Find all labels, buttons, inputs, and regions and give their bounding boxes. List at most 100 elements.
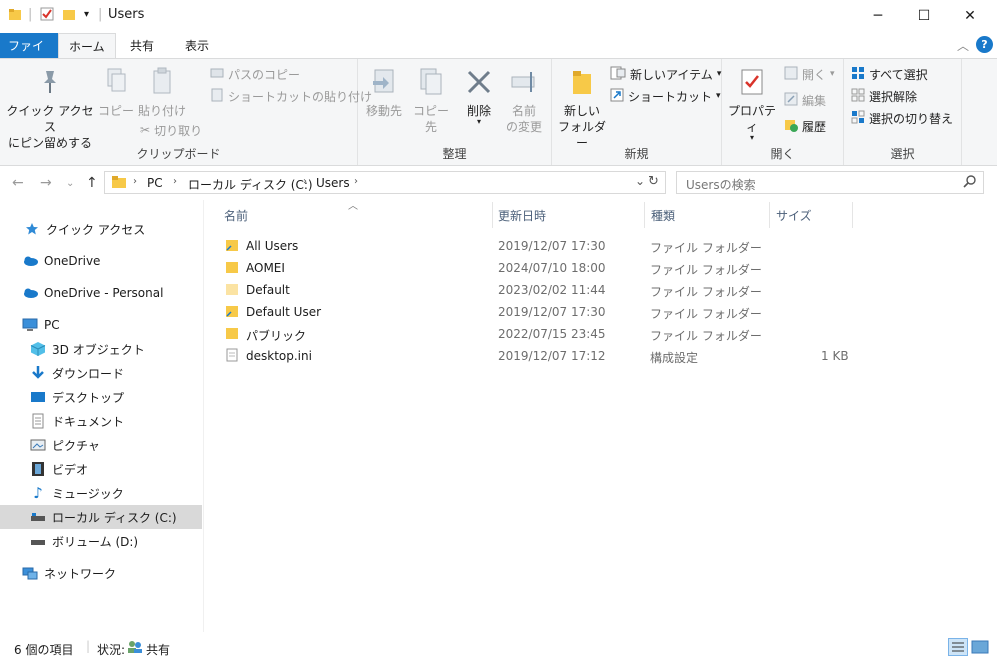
- column-header-type[interactable]: 種類: [651, 207, 675, 224]
- copy-path-button[interactable]: パスのコピー: [210, 64, 300, 84]
- drive-icon: [30, 533, 46, 549]
- copy-to-button[interactable]: コピー先: [408, 67, 454, 135]
- nav-pc[interactable]: PC: [0, 313, 202, 337]
- history-button[interactable]: 履歴: [784, 116, 826, 136]
- cut-button[interactable]: ✂ 切り取り: [140, 120, 202, 140]
- paste-button[interactable]: 貼り付け: [136, 67, 188, 119]
- breadcrumb-local-disk[interactable]: ローカル ディスク (C:): [188, 176, 313, 193]
- file-row[interactable]: Default User 2019/12/07 17:30 ファイル フォルダー: [223, 301, 863, 323]
- nav-pictures[interactable]: ピクチャ: [0, 433, 202, 457]
- nav-label: ネットワーク: [44, 566, 117, 581]
- new-folder-button[interactable]: 新しい フォルダー: [556, 67, 608, 151]
- shortcut-button[interactable]: ショートカット ▾: [610, 86, 721, 106]
- paste-shortcut-button[interactable]: ショートカットの貼り付け: [210, 86, 372, 106]
- column-divider[interactable]: [852, 202, 853, 228]
- details-view-icon[interactable]: [948, 638, 968, 656]
- desktop-icon: [30, 389, 46, 405]
- nav-downloads[interactable]: ダウンロード: [0, 361, 202, 385]
- nav-network[interactable]: ネットワーク: [0, 561, 202, 585]
- new-item-button[interactable]: 新しいアイテム ▾: [610, 64, 721, 84]
- breadcrumb-chevron-icon[interactable]: ›: [173, 176, 177, 187]
- pin-quick-access-button[interactable]: クイック アクセス にピン留めする: [4, 67, 96, 151]
- column-divider[interactable]: [769, 202, 770, 228]
- properties-quick-icon[interactable]: [40, 7, 54, 25]
- folder-icon: [225, 326, 239, 343]
- rename-button[interactable]: 名前 の変更: [502, 67, 546, 135]
- recent-locations-chevron-icon[interactable]: ⌄: [66, 178, 74, 189]
- breadcrumb-users[interactable]: Users: [316, 176, 350, 190]
- paste-label: 貼り付け: [137, 104, 186, 118]
- nav-3d-objects[interactable]: 3D オブジェクト: [0, 337, 202, 361]
- download-arrow-icon: [30, 365, 46, 381]
- up-arrow-icon[interactable]: ↑: [86, 175, 98, 191]
- select-none-icon: [851, 88, 865, 105]
- customize-quick-access-icon[interactable]: ▾: [84, 9, 89, 20]
- clipboard-group: クイック アクセス にピン留めする コピー 貼り付け パスのコピー ショートカッ…: [0, 59, 372, 165]
- properties-button[interactable]: プロパティ ▾: [726, 67, 778, 142]
- tab-view[interactable]: 表示: [175, 33, 219, 58]
- nav-music[interactable]: ♪ ミュージック: [0, 481, 202, 505]
- refresh-icon[interactable]: ↻: [648, 174, 659, 189]
- breadcrumb-pc[interactable]: PC: [147, 176, 163, 190]
- nav-documents[interactable]: ドキュメント: [0, 409, 202, 433]
- star-icon: [24, 221, 40, 237]
- collapse-ribbon-icon[interactable]: ︿: [957, 37, 969, 54]
- invert-selection-button[interactable]: 選択の切り替え: [851, 108, 953, 128]
- maximize-button[interactable]: ☐: [901, 0, 947, 31]
- select-none-button[interactable]: 選択解除: [851, 86, 917, 106]
- nav-videos[interactable]: ビデオ: [0, 457, 202, 481]
- column-divider[interactable]: [644, 202, 645, 228]
- column-divider[interactable]: [492, 202, 493, 228]
- minimize-button[interactable]: ─: [855, 0, 901, 31]
- file-row[interactable]: パブリック 2022/07/15 23:45 ファイル フォルダー: [223, 323, 863, 345]
- select-all-button[interactable]: すべて選択: [851, 64, 928, 84]
- search-icon[interactable]: [963, 175, 976, 191]
- large-icons-view-icon[interactable]: [971, 639, 989, 658]
- open-button[interactable]: 開く ▾: [784, 64, 835, 84]
- file-row[interactable]: All Users 2019/12/07 17:30 ファイル フォルダー: [223, 235, 863, 257]
- network-icon: [22, 565, 38, 581]
- address-bar[interactable]: › PC › ローカル ディスク (C:) › Users › ⌄: [104, 171, 666, 194]
- breadcrumb-chevron-icon[interactable]: ›: [354, 176, 358, 187]
- help-icon[interactable]: ?: [976, 36, 993, 53]
- nav-label: ビデオ: [52, 462, 89, 477]
- nav-onedrive[interactable]: OneDrive: [0, 249, 202, 273]
- copy-icon: [98, 67, 134, 97]
- file-row[interactable]: desktop.ini 2019/12/07 17:12 構成設定 1 KB: [223, 345, 863, 367]
- nav-label: クイック アクセス: [46, 222, 146, 237]
- new-folder-quick-icon[interactable]: [62, 7, 76, 25]
- nav-volume-d[interactable]: ボリューム (D:): [0, 529, 202, 553]
- properties-icon: [726, 67, 778, 97]
- nav-onedrive-personal[interactable]: OneDrive - Personal: [0, 281, 202, 305]
- column-header-date[interactable]: 更新日時: [498, 207, 546, 224]
- copy-button[interactable]: コピー: [98, 67, 134, 119]
- address-dropdown-icon[interactable]: ⌄: [635, 174, 645, 188]
- ini-file-icon: [226, 348, 238, 365]
- nav-quick-access[interactable]: クイック アクセス: [0, 217, 202, 241]
- navigation-pane: クイック アクセス OneDrive OneDrive - Personal P…: [0, 200, 204, 632]
- file-type: ファイル フォルダー: [650, 241, 762, 255]
- back-arrow-icon[interactable]: ←: [12, 175, 24, 191]
- delete-button[interactable]: 削除 ▾: [460, 67, 498, 126]
- breadcrumb-chevron-icon[interactable]: ›: [133, 176, 137, 187]
- breadcrumb-chevron-icon[interactable]: ›: [303, 176, 307, 187]
- copy-label: コピー: [98, 104, 135, 118]
- nav-desktop[interactable]: デスクトップ: [0, 385, 202, 409]
- tab-file[interactable]: ファイル: [0, 33, 58, 70]
- file-row[interactable]: Default 2023/02/02 11:44 ファイル フォルダー: [223, 279, 863, 301]
- search-input[interactable]: Usersの検索: [686, 176, 756, 193]
- edit-button[interactable]: 編集: [784, 90, 826, 110]
- file-row[interactable]: AOMEI 2024/07/10 18:00 ファイル フォルダー: [223, 257, 863, 279]
- folder-shortcut-icon: [225, 304, 239, 321]
- tab-home[interactable]: ホーム: [58, 33, 116, 58]
- search-box[interactable]: Usersの検索: [676, 171, 984, 194]
- column-header-name[interactable]: 名前: [224, 207, 248, 224]
- nav-local-disk-c[interactable]: ローカル ディスク (C:): [0, 505, 202, 529]
- forward-arrow-icon[interactable]: →: [40, 175, 52, 191]
- close-button[interactable]: ✕: [947, 0, 993, 31]
- move-to-button[interactable]: 移動先: [362, 67, 406, 119]
- tab-share[interactable]: 共有: [120, 33, 164, 58]
- column-header-size[interactable]: サイズ: [776, 207, 812, 224]
- delete-x-icon: [460, 67, 498, 97]
- file-date: 2024/07/10 18:00: [498, 261, 606, 275]
